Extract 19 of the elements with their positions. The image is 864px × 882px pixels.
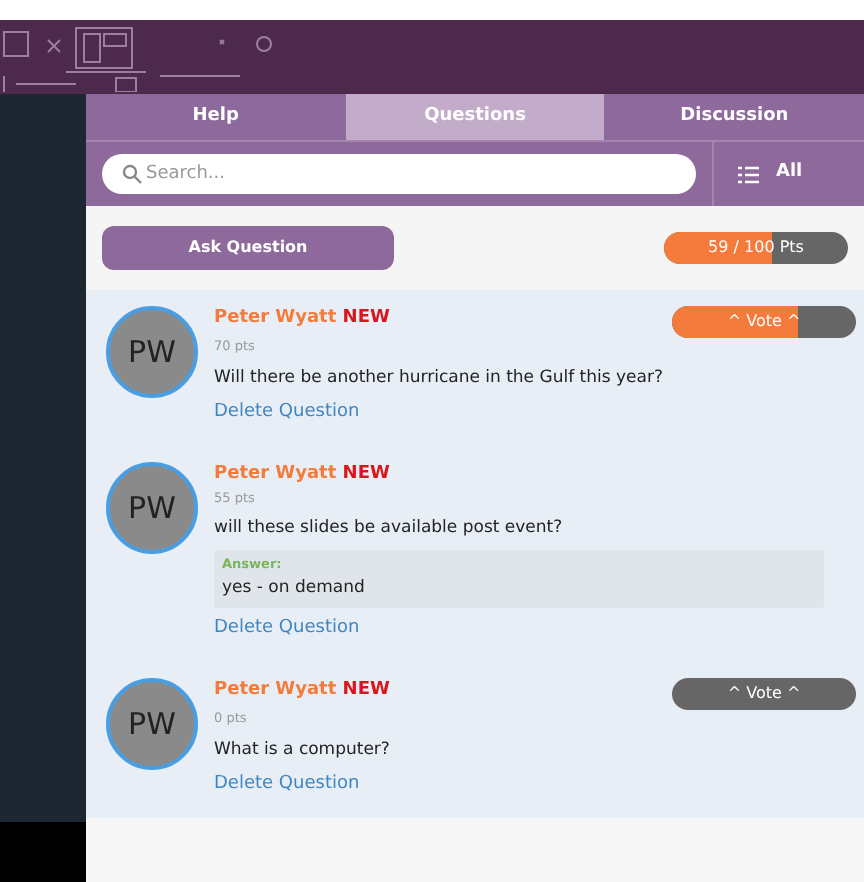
list-icon <box>738 165 760 183</box>
delete-link[interactable]: Delete Question <box>214 771 360 798</box>
vote-button[interactable]: ^ Vote ^ <box>672 306 856 338</box>
avatar: PW <box>106 306 198 398</box>
avatar: PW <box>106 462 198 554</box>
vote-button[interactable]: ^ Vote ^ <box>672 678 856 710</box>
ask-question-button[interactable]: Ask Question <box>102 226 394 270</box>
question-text: Will there be another hurricane in the Gulf this year? <box>214 365 665 391</box>
author-name: Peter Wyatt NEW <box>214 306 390 332</box>
author-name: Peter Wyatt NEW <box>214 678 390 704</box>
author-name: Peter Wyatt NEW <box>214 462 390 488</box>
question-text: will these slides be available post event? <box>214 516 565 542</box>
delete-link[interactable]: Delete Question <box>214 399 360 426</box>
answer-text: yes - on demand <box>222 575 367 601</box>
sidebar-footer <box>0 822 86 882</box>
search-field[interactable]: Search... <box>102 154 696 194</box>
avatar: PW <box>106 678 198 770</box>
delete-link[interactable]: Delete Question <box>214 615 360 642</box>
question-text: What is a computer? <box>214 737 392 763</box>
